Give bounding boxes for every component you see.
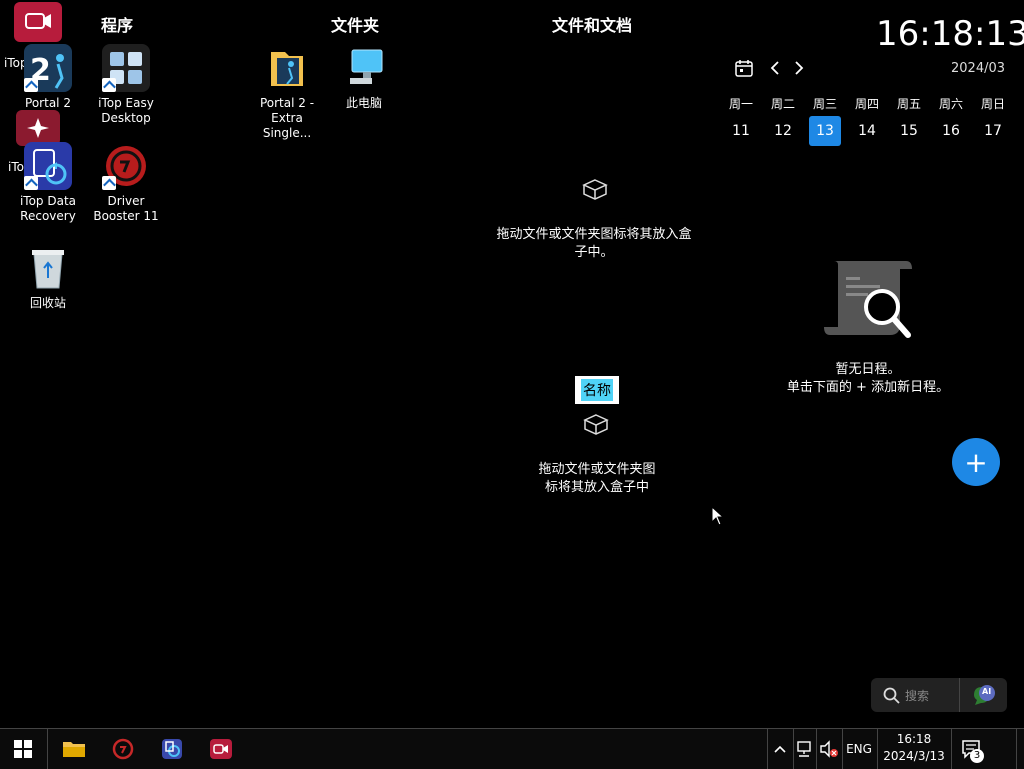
clock-time: 16:18:13	[876, 14, 1024, 54]
driver-booster-icon[interactable]: Driver Booster 11	[86, 142, 166, 224]
folder-icon	[63, 742, 85, 757]
taskbar-file-explorer[interactable]	[51, 729, 97, 769]
volume-button[interactable]	[817, 729, 841, 769]
itop-data-recovery-icon[interactable]: iTop Data Recovery	[8, 142, 88, 224]
driver-booster-icon	[112, 738, 134, 760]
portal2-folder-icon[interactable]: Portal 2 - Extra Single...	[247, 44, 327, 141]
itop-easy-desktop-icon[interactable]: iTop Easy Desktop	[86, 44, 166, 126]
folders-section-title: 文件夹	[331, 16, 380, 35]
recycle-bin-app-icon	[24, 244, 72, 292]
itop-easy-desktop-label: iTop Easy Desktop	[98, 96, 154, 125]
itop-recorder-icon-partial[interactable]	[14, 2, 62, 42]
shortcut-arrow-icon	[102, 176, 116, 190]
show-hidden-icons-button[interactable]	[768, 729, 792, 769]
ai-label: AI	[982, 687, 992, 696]
calendar-day[interactable]: 14	[851, 116, 883, 146]
start-button[interactable]	[0, 729, 46, 769]
calendar-day-today[interactable]: 13	[809, 116, 841, 146]
calendar-day[interactable]: 16	[935, 116, 967, 146]
itop-data-recovery-app-icon	[24, 142, 72, 190]
box-icon	[581, 177, 609, 201]
weekday-label: 周六	[938, 97, 963, 111]
notification-count-badge: 3	[970, 749, 984, 763]
driver-booster-label: Driver Booster 11	[93, 194, 159, 223]
calendar-day-row: 11 12 13 14 15 16 17	[725, 116, 1009, 146]
search-icon	[883, 687, 900, 704]
taskbar: ENG 16:18 2024/3/13 3	[0, 728, 1024, 769]
mouse-pointer-icon	[711, 505, 725, 530]
network-status-button[interactable]	[794, 729, 816, 769]
portal2-folder-label: Portal 2 - Extra Single...	[259, 96, 315, 140]
portal2-label: Portal 2	[25, 96, 71, 110]
sparkle-icon	[27, 118, 49, 138]
itop-app-icon-partial[interactable]	[16, 110, 60, 146]
shortcut-arrow-icon	[102, 78, 116, 92]
recycle-bin-label: 回收站	[29, 296, 66, 310]
weekday-label: 周三	[812, 97, 837, 111]
taskbar-divider	[47, 729, 48, 769]
folder-icon	[263, 44, 311, 92]
computer-icon	[340, 44, 388, 92]
recycle-bin-icon[interactable]: 回收站	[8, 244, 88, 311]
data-recovery-icon	[162, 739, 182, 759]
chevron-up-icon	[774, 745, 786, 753]
box2-drop-hint: 拖动文件或文件夹图标将其放入盒子中	[538, 462, 656, 495]
search-bar[interactable]: 搜索 AI	[871, 678, 1007, 712]
video-camera-icon	[25, 13, 51, 29]
taskbar-clock[interactable]: 16:18 2024/3/13	[878, 731, 950, 767]
input-language-button[interactable]: ENG	[843, 729, 875, 769]
shortcut-arrow-icon	[24, 176, 38, 190]
this-pc-label: 此电脑	[345, 96, 382, 110]
calendar-day[interactable]: 17	[977, 116, 1009, 146]
taskbar-itop-data-recovery[interactable]	[149, 729, 195, 769]
add-schedule-button[interactable]: +	[952, 438, 1000, 486]
programs-section-title: 程序	[101, 16, 134, 35]
itop-easy-desktop-app-icon	[102, 44, 150, 92]
portal2-desktop-icon[interactable]: 2 Portal 2	[8, 44, 88, 111]
taskbar-driver-booster[interactable]	[100, 729, 146, 769]
ai-assistant-button[interactable]: AI	[971, 683, 997, 707]
box1-drop-hint: 拖动文件或文件夹图标将其放入盒子中。	[496, 227, 692, 260]
portal2-app-icon: 2	[24, 44, 72, 92]
shortcut-arrow-icon	[24, 78, 38, 92]
speaker-muted-icon	[820, 740, 838, 758]
itop-data-recovery-label: iTop Data Recovery	[19, 194, 77, 223]
calendar-day[interactable]: 11	[725, 116, 757, 146]
windows-logo-icon	[14, 740, 32, 758]
box-icon	[582, 412, 610, 436]
plus-icon: +	[964, 445, 988, 479]
weekday-label: 周五	[896, 97, 921, 111]
taskbar-date: 2024/3/13	[883, 749, 945, 763]
weekday-label: 周一	[728, 97, 753, 111]
schedule-add-instruction: 单击下面的 + 添加新日程。	[786, 380, 950, 395]
taskbar-time: 16:18	[896, 732, 932, 746]
weekday-label: 周日	[980, 97, 1005, 111]
weekday-label: 周二	[770, 97, 795, 111]
chevron-right-icon[interactable]	[792, 60, 806, 80]
calendar-day[interactable]: 12	[767, 116, 799, 146]
show-desktop-divider	[1016, 729, 1017, 769]
empty-schedule-illustration	[820, 255, 916, 351]
calendar-month: 2024/03	[951, 61, 1006, 76]
box2-name-field[interactable]: 名称	[575, 376, 619, 404]
network-icon	[797, 741, 811, 757]
weekday-label: 周四	[854, 97, 879, 111]
schedule-empty-message: 暂无日程。	[835, 362, 901, 377]
show-desktop-button[interactable]	[1018, 729, 1024, 769]
calendar-icon[interactable]	[734, 58, 754, 82]
search-placeholder: 搜索	[905, 689, 930, 703]
notification-center-button[interactable]: 3	[952, 729, 992, 769]
driver-booster-app-icon	[102, 142, 150, 190]
this-pc-icon[interactable]: 此电脑	[324, 44, 404, 111]
taskbar-itop-recorder[interactable]	[198, 729, 244, 769]
box2-name-text: 名称	[581, 379, 613, 401]
calendar-weekday-row: 周一 周二 周三 周四 周五 周六 周日	[720, 95, 1014, 112]
files-docs-section-title: 文件和文档	[552, 16, 633, 35]
video-camera-icon	[210, 739, 232, 759]
calendar-day[interactable]: 15	[893, 116, 925, 146]
search-divider	[959, 678, 960, 712]
language-label: ENG	[846, 742, 872, 756]
chevron-left-icon[interactable]	[768, 60, 782, 80]
